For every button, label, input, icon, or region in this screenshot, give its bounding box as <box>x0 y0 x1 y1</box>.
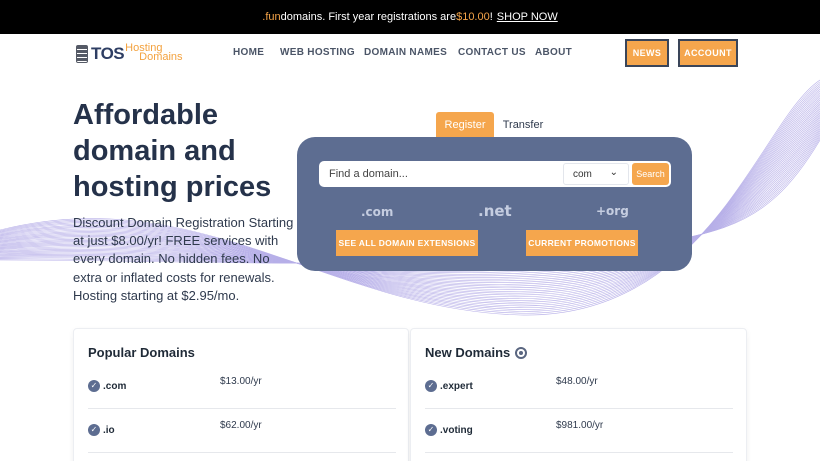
domain-price: $48.00/yr <box>556 376 598 387</box>
domain-row[interactable]: ✓ .io $62.00/yr <box>88 409 396 453</box>
popular-domains-card: Popular Domains ✓ .com $13.00/yr ✓ .io $… <box>73 328 409 461</box>
hero-title: Affordable domain and hosting prices <box>73 99 272 203</box>
check-icon: ✓ <box>425 380 437 392</box>
tab-transfer[interactable]: Transfer <box>497 112 549 137</box>
announcement-text-end: ! <box>489 11 493 23</box>
domain-tld: .voting <box>440 425 473 436</box>
domain-row[interactable]: ✓ .voting $981.00/yr <box>425 409 733 453</box>
tld-select-value: com <box>573 168 592 180</box>
popular-domains-title-text: Popular Domains <box>88 345 195 360</box>
domain-search-panel: com ⌄ Search .com .net +org SEE ALL DOMA… <box>297 137 692 271</box>
account-button[interactable]: ACCOUNT <box>678 39 738 67</box>
announcement-bar: .fun domains. First year registrations a… <box>0 0 820 34</box>
refresh-icon[interactable] <box>515 346 528 359</box>
domain-price: $981.00/yr <box>556 420 604 431</box>
new-domains-title-text: New Domains <box>425 345 511 360</box>
site-header: TOS Hosting Domains HOME WEB HOSTING DOM… <box>0 34 820 74</box>
nav-contact-us[interactable]: CONTACT US <box>458 47 526 58</box>
site-logo[interactable]: TOS Hosting Domains <box>76 42 183 65</box>
nav-web-hosting[interactable]: WEB HOSTING <box>280 47 355 58</box>
nav-home[interactable]: HOME <box>233 47 264 58</box>
domain-row[interactable]: ✓ .com $13.00/yr <box>88 365 396 409</box>
domain-price: $62.00/yr <box>220 420 262 431</box>
announcement-text: domains. First year registrations are <box>280 11 457 23</box>
domain-tld: .expert <box>440 381 473 392</box>
announcement-highlight: .fun <box>262 11 281 23</box>
new-domains-card: New Domains ✓ .expert $48.00/yr ✓ .votin… <box>410 328 747 461</box>
nav-domain-names[interactable]: DOMAIN NAMES <box>364 47 447 58</box>
extension-net[interactable]: .net <box>478 202 512 220</box>
logo-tos-text: TOS <box>91 44 125 63</box>
search-button[interactable]: Search <box>632 163 669 185</box>
new-domains-title: New Domains <box>425 345 528 360</box>
current-promotions-button[interactable]: CURRENT PROMOTIONS <box>526 230 638 256</box>
search-bar: com ⌄ Search <box>319 161 671 187</box>
shop-now-link[interactable]: SHOP NOW <box>497 11 558 23</box>
tld-select[interactable]: com ⌄ <box>563 163 629 185</box>
check-icon: ✓ <box>425 424 437 436</box>
check-icon: ✓ <box>88 380 100 392</box>
logo-subtext: Hosting Domains <box>125 42 183 65</box>
check-icon: ✓ <box>88 424 100 436</box>
hero-description: Discount Domain Registration Starting at… <box>73 215 294 303</box>
popular-domains-title: Popular Domains <box>88 345 195 360</box>
domain-price: $13.00/yr <box>220 376 262 387</box>
domain-tld: .com <box>103 381 127 392</box>
announcement-price: $10.00 <box>456 11 490 23</box>
tab-register[interactable]: Register <box>436 112 494 137</box>
chevron-down-icon: ⌄ <box>609 167 618 178</box>
nav-about[interactable]: ABOUT <box>535 47 572 58</box>
extension-org[interactable]: +org <box>596 204 629 218</box>
see-all-extensions-button[interactable]: SEE ALL DOMAIN EXTENSIONS <box>336 230 478 256</box>
logo-domains-text: Domains <box>139 51 183 63</box>
domain-row[interactable]: ✓ .expert $48.00/yr <box>425 365 733 409</box>
server-icon <box>76 45 88 63</box>
domain-search-input[interactable] <box>319 161 563 187</box>
domain-tld: .io <box>103 425 115 436</box>
extension-com[interactable]: .com <box>361 205 393 219</box>
news-button[interactable]: NEWS <box>625 39 669 67</box>
